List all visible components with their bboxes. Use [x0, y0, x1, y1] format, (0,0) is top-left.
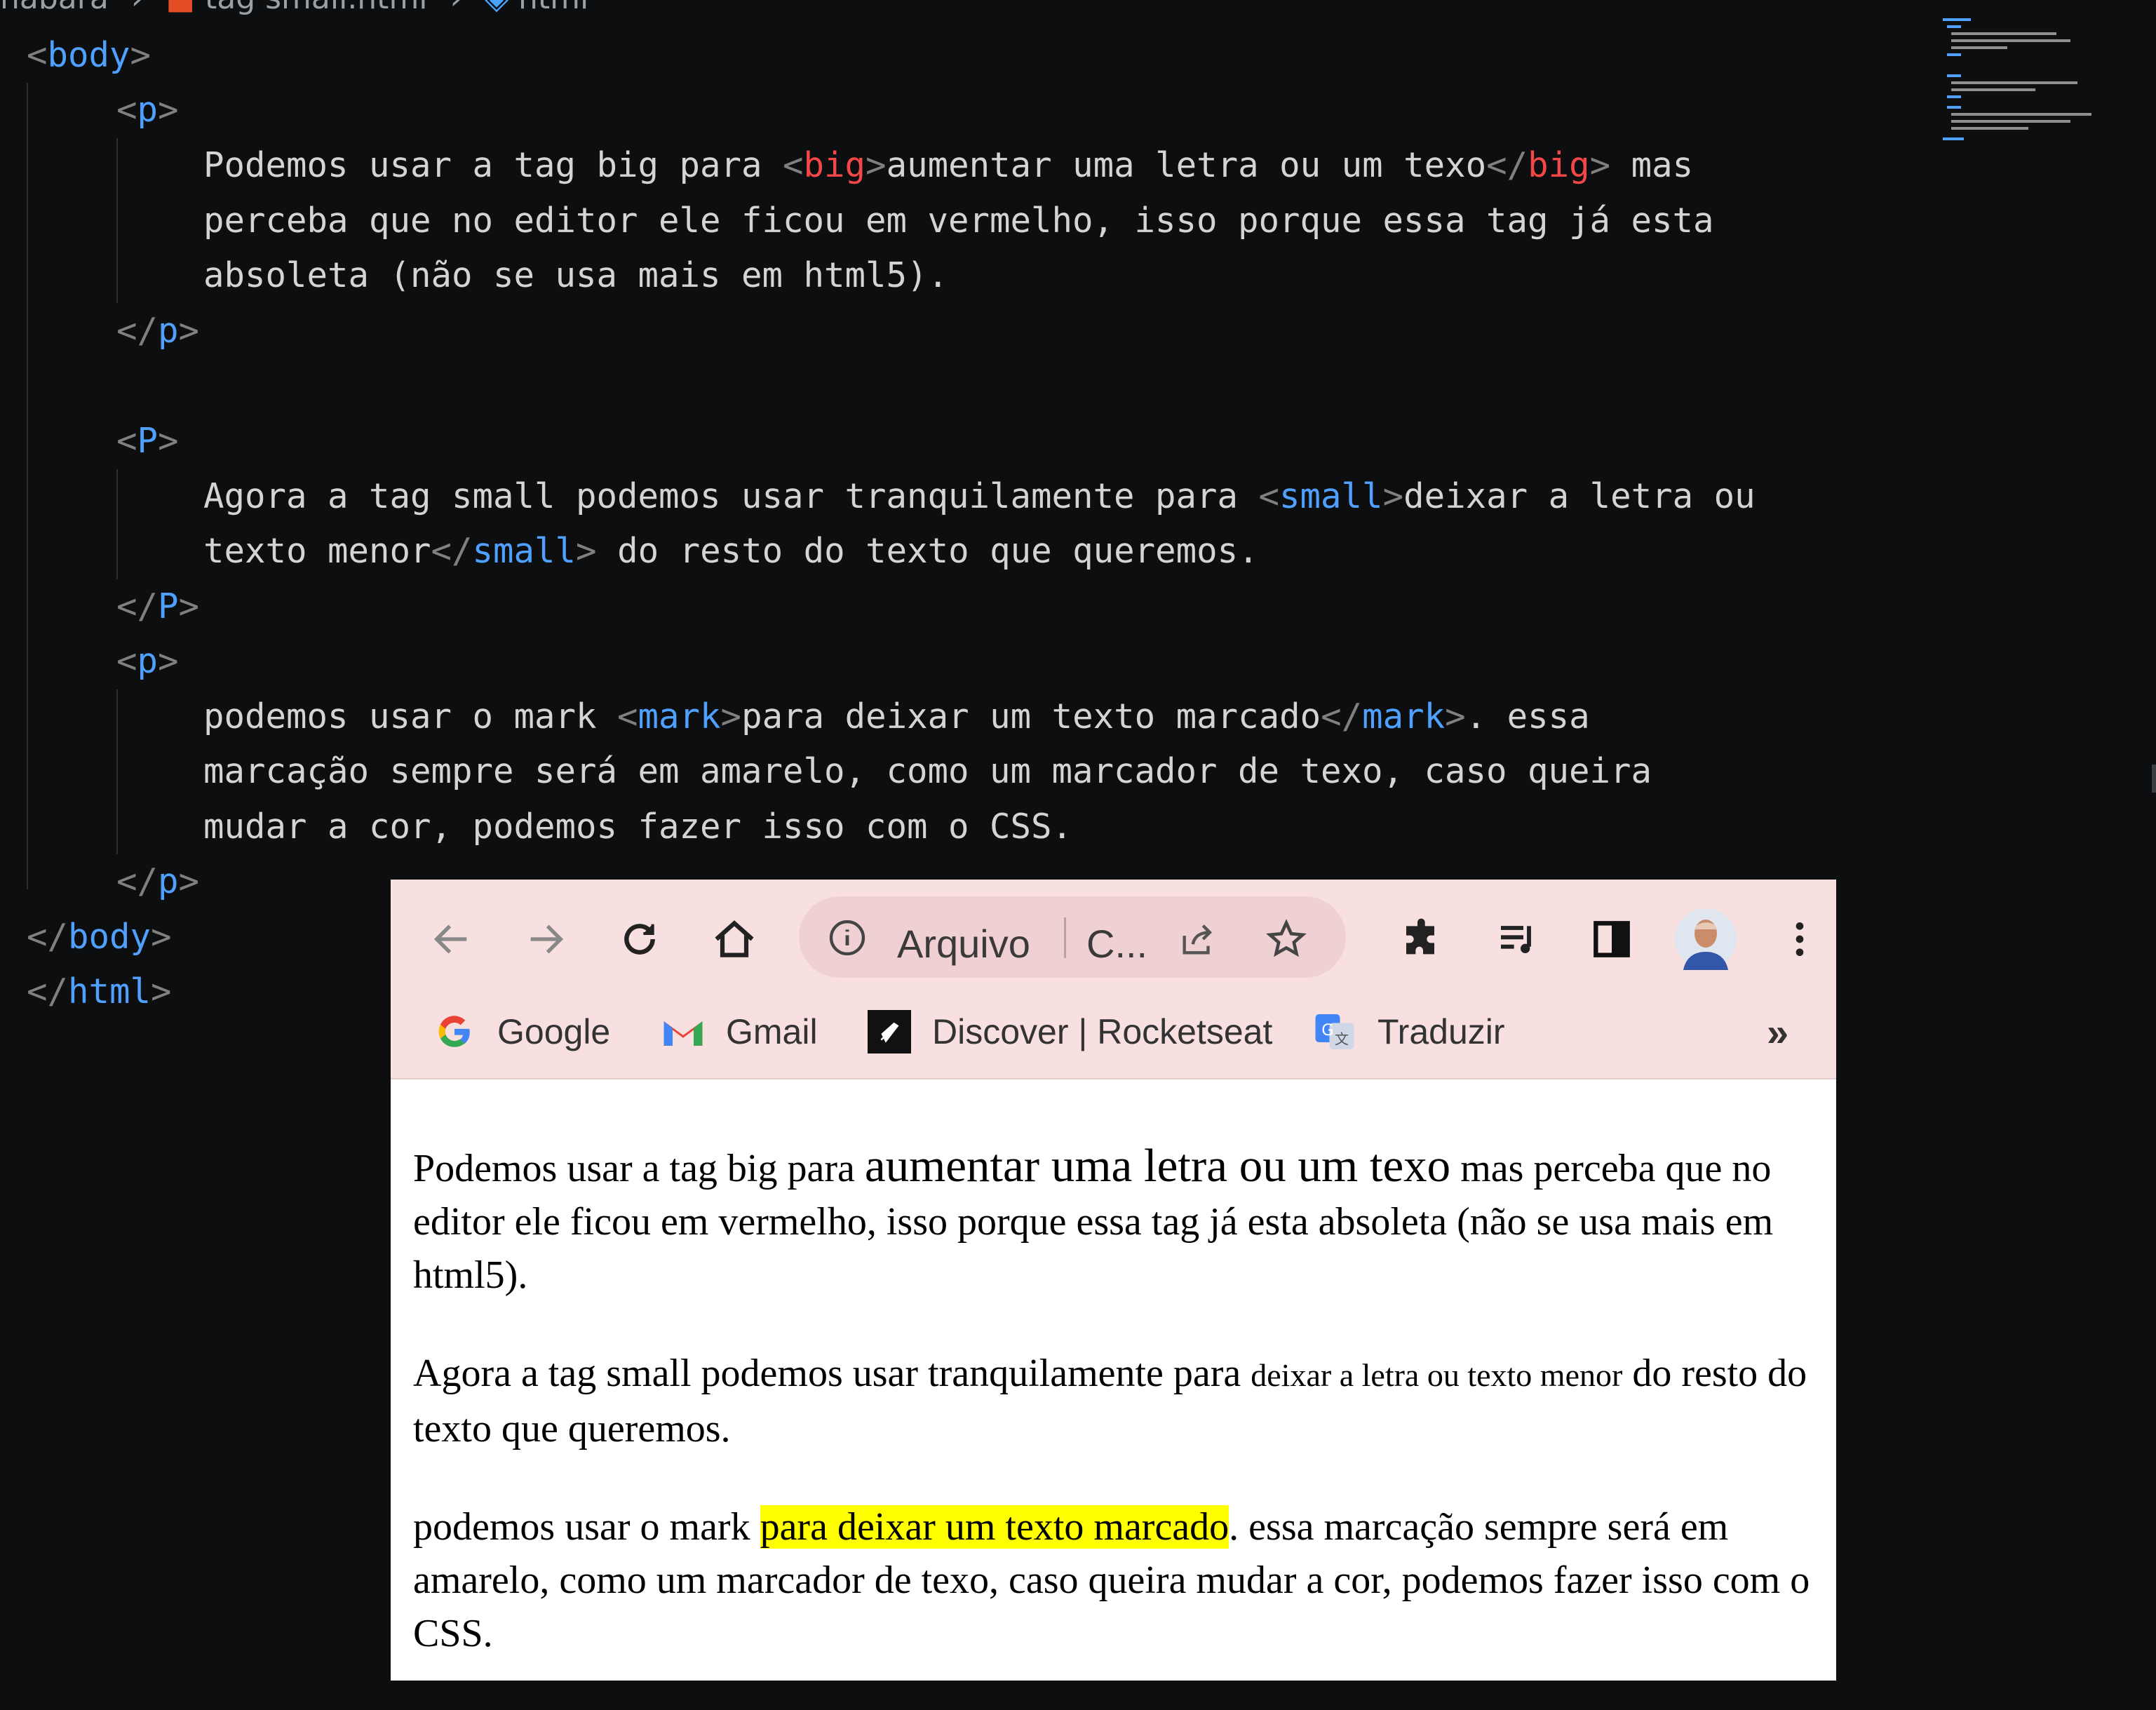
share-icon[interactable]	[1178, 919, 1218, 960]
forward-button[interactable]	[514, 908, 577, 971]
code-line: </body>	[27, 917, 172, 957]
divider	[1064, 917, 1066, 958]
code-line: <p>	[116, 641, 179, 681]
code-line: mudar a cor, podemos fazer isso com o CS…	[203, 807, 1073, 847]
code-line: <p>	[116, 90, 179, 130]
scrollbar[interactable]	[2152, 765, 2156, 793]
bookmark-label: Google	[497, 1012, 611, 1051]
breadcrumb-folder[interactable]: nabara	[0, 0, 109, 16]
playlist-icon	[1501, 926, 1531, 953]
back-button[interactable]	[420, 908, 483, 971]
code-line: texto menor</small> do resto do texto qu…	[203, 531, 1259, 571]
profile-button[interactable]	[1674, 908, 1737, 971]
media-control-button[interactable]	[1486, 908, 1549, 971]
code-line: <P>	[116, 421, 179, 461]
security-chip-label: Arquivo	[897, 922, 1030, 966]
browser-toolbar: Arquivo C... Google Gmail Discover | Roc…	[391, 880, 1836, 1079]
reload-icon	[624, 924, 655, 955]
browser-window: Arquivo C... Google Gmail Discover | Roc…	[391, 880, 1836, 1681]
indent-guide	[116, 469, 118, 579]
code-line: podemos usar o mark <mark>para deixar um…	[203, 696, 1590, 736]
minimap[interactable]	[1943, 18, 2153, 144]
code-line: Podemos usar a tag big para <big>aumenta…	[203, 145, 1694, 185]
kebab-menu-icon	[1795, 922, 1804, 956]
arrow-right-icon	[530, 924, 564, 954]
html5-file-icon: ■	[166, 0, 195, 16]
svg-text:文: 文	[1335, 1031, 1349, 1048]
rendered-page: Podemos usar a tag big para aumentar uma…	[413, 1139, 1823, 1681]
side-panel-button[interactable]	[1580, 908, 1643, 971]
code-line: </html>	[27, 971, 172, 1011]
menu-button[interactable]	[1768, 908, 1831, 971]
paragraph-mark: podemos usar o mark para deixar um texto…	[413, 1505, 1810, 1655]
big-text: aumentar uma letra ou um texo	[864, 1140, 1451, 1192]
chevron-right-icon: ›	[450, 0, 463, 16]
bookmark-traduzir[interactable]: G文 Traduzir	[1313, 1007, 1505, 1056]
chevron-right-icon: ›	[131, 0, 144, 16]
avatar	[1675, 908, 1737, 970]
google-icon	[433, 1010, 476, 1053]
bookmark-label: Gmail	[726, 1012, 818, 1051]
svg-text:G: G	[1321, 1021, 1333, 1039]
breadcrumb-element[interactable]: html	[518, 0, 588, 16]
rocketseat-icon	[868, 1010, 911, 1053]
side-panel-icon	[1594, 921, 1630, 957]
small-text: deixar a letra ou texto menor	[1251, 1357, 1623, 1393]
breadcrumb-file[interactable]: tag small.html	[205, 0, 428, 16]
bookmark-rocketseat[interactable]: Discover | Rocketseat	[868, 1007, 1272, 1056]
code-line: </P>	[116, 586, 200, 626]
indent-guide	[27, 83, 28, 889]
translate-icon: G文	[1313, 1010, 1356, 1053]
home-icon	[715, 920, 754, 957]
home-button[interactable]	[703, 908, 766, 971]
star-icon[interactable]	[1265, 917, 1308, 961]
paragraph-big: Podemos usar a tag big para aumentar uma…	[413, 1140, 1774, 1297]
code-line: <body>	[27, 35, 151, 75]
bookmark-label: Traduzir	[1377, 1012, 1505, 1051]
element-cube-icon: ◈	[485, 0, 508, 16]
code-line: </p>	[116, 861, 200, 901]
marked-text: para deixar um texto marcado	[760, 1505, 1229, 1549]
url-text[interactable]: C...	[1086, 923, 1147, 965]
breadcrumb: nabara › ■ tag small.html › ◈ html	[0, 0, 588, 16]
code-line: </p>	[116, 311, 200, 351]
more-bookmarks-button[interactable]: »	[1767, 1007, 1788, 1056]
paragraph-small: Agora a tag small podemos usar tranquila…	[413, 1352, 1807, 1450]
info-icon	[829, 920, 865, 956]
code-line: marcação sempre será em amarelo, como um…	[203, 751, 1652, 791]
code-line: Agora a tag small podemos usar tranquila…	[203, 476, 1756, 516]
code-line: perceba que no editor ele ficou em verme…	[203, 201, 1714, 241]
address-bar[interactable]: Arquivo C...	[799, 896, 1346, 978]
code-line: absoleta (não se usa mais em html5).	[203, 255, 949, 295]
bookmark-google[interactable]: Google	[433, 1007, 610, 1056]
indent-guide	[116, 138, 118, 303]
arrow-left-icon	[433, 924, 467, 954]
extensions-button[interactable]	[1392, 908, 1455, 971]
reload-button[interactable]	[608, 908, 671, 971]
bookmark-gmail[interactable]: Gmail	[661, 1007, 818, 1056]
bookmark-label: Discover | Rocketseat	[932, 1012, 1273, 1051]
indent-guide	[116, 689, 118, 854]
puzzle-icon	[1406, 918, 1434, 955]
gmail-icon	[661, 1010, 705, 1053]
